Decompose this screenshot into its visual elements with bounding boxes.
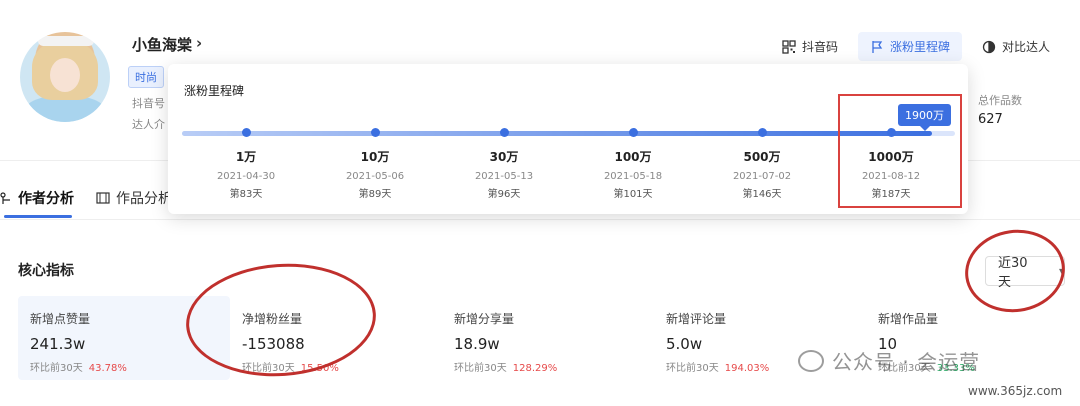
tabs-divider [0, 219, 1080, 220]
page: 小鱼海棠 › 时尚 抖音号 达人介 抖音码 涨粉里程碑 对比达人 总作品数 62… [0, 0, 1080, 406]
creator-name[interactable]: 小鱼海棠 [132, 34, 192, 55]
douyin-id-label: 抖音号 [132, 97, 165, 110]
core-metrics-title: 核心指标 [18, 263, 74, 279]
top-actions: 抖音码 涨粉里程碑 对比达人 [770, 32, 1062, 61]
total-works-label: 总作品数 [978, 94, 1022, 107]
milestone-day: 第96天 [487, 189, 521, 200]
douyin-code-button[interactable]: 抖音码 [770, 32, 850, 61]
milestone-date: 2021-07-02 [732, 171, 792, 182]
milestone-day: 第101天 [613, 189, 653, 200]
milestone-progress-fill [182, 131, 932, 136]
milestone-date: 2021-04-30 [216, 171, 276, 182]
category-tag: 时尚 [128, 66, 164, 88]
metric-card-shares[interactable]: 新增分享量 18.9w 环比前30天 128.29% [442, 296, 654, 380]
milestone-popover-title: 涨粉里程碑 [184, 84, 245, 98]
milestone-label: 1万 [235, 150, 257, 164]
milestone-item: 10万 2021-05-06 第89天 [320, 148, 430, 200]
flag-icon [872, 40, 883, 53]
milestone-item: 1万 2021-04-30 第83天 [191, 148, 301, 200]
tab-works-analysis[interactable]: 作品分析 [96, 188, 172, 208]
metric-compare: 环比前30天 43.78% [30, 363, 127, 374]
milestone-label: 100万 [614, 150, 652, 164]
milestone-date: 2021-05-06 [345, 171, 405, 182]
creator-intro-label: 达人介 [132, 118, 165, 131]
milestone-item: 500万 2021-07-02 第146天 [707, 148, 817, 200]
film-icon [96, 192, 110, 204]
annotation-rectangle [838, 94, 962, 208]
tab-author-label: 作者分析 [18, 191, 74, 207]
metric-value: 18.9w [454, 335, 500, 353]
chart-icon [0, 192, 10, 204]
milestone-item: 100万 2021-05-18 第101天 [578, 148, 688, 200]
milestone-dot [500, 128, 509, 137]
milestone-label: 涨粉里程碑 [889, 40, 950, 54]
milestone-date: 2021-05-13 [474, 171, 534, 182]
wechat-icon [798, 349, 824, 372]
metric-change: 194.03% [724, 363, 770, 374]
milestone-day: 第146天 [742, 189, 782, 200]
milestone-label: 30万 [489, 150, 519, 164]
metric-change: 43.78% [88, 363, 127, 374]
compare-creators-button[interactable]: 对比达人 [970, 32, 1062, 61]
milestone-dot [758, 128, 767, 137]
milestone-date: 2021-05-18 [603, 171, 663, 182]
milestone-label: 10万 [360, 150, 390, 164]
metric-label: 新增评论量 [666, 312, 727, 326]
chevron-right-icon[interactable]: › [196, 34, 202, 52]
active-tab-indicator [4, 215, 72, 218]
milestone-day: 第89天 [358, 189, 392, 200]
milestone-dot [629, 128, 638, 137]
tab-author-analysis[interactable]: 作者分析 [0, 188, 74, 208]
milestone-dot [242, 128, 251, 137]
metric-label: 新增分享量 [454, 312, 515, 326]
watermark-text: 公众号 · 会运营 [832, 350, 981, 374]
watermark-site: www.365jz.com [968, 384, 1063, 398]
tab-works-label: 作品分析 [116, 191, 172, 207]
milestone-dot [371, 128, 380, 137]
metric-label: 新增作品量 [878, 312, 939, 326]
total-works-value: 627 [978, 112, 1003, 127]
avatar[interactable] [20, 32, 110, 122]
douyin-code-label: 抖音码 [801, 40, 838, 54]
compare-icon [982, 40, 996, 53]
compare-creators-label: 对比达人 [1001, 40, 1050, 54]
milestone-day: 第83天 [229, 189, 263, 200]
watermark: 公众号 · 会运营 [798, 346, 980, 375]
metric-compare: 环比前30天 128.29% [454, 363, 558, 374]
milestone-item: 30万 2021-05-13 第96天 [449, 148, 559, 200]
metric-change: 128.29% [512, 363, 558, 374]
milestone-label: 500万 [743, 150, 781, 164]
qr-code-icon [782, 39, 796, 54]
milestone-button[interactable]: 涨粉里程碑 [857, 32, 962, 61]
